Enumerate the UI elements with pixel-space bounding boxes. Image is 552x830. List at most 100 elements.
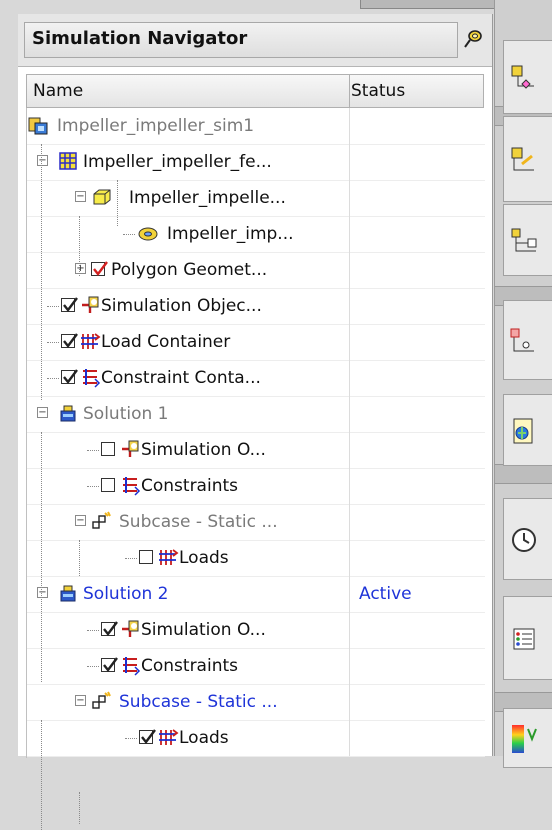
tree-node-label: Constraint Conta... [101,368,261,388]
subcase-icon [91,510,113,532]
load-container-icon [157,726,179,748]
assembly-navigator-icon [508,144,540,181]
collapse-toggle[interactable]: − [75,515,86,526]
visibility-checkbox[interactable] [101,657,118,672]
part-navigator-icon [508,62,540,99]
column-name-header[interactable]: Name [27,75,350,107]
tree-row[interactable]: Simulation Objec... [27,288,485,325]
column-divider [349,684,350,720]
tree-row[interactable]: + Polygon Geomet... [27,252,485,289]
top-tab-fragment[interactable] [360,0,512,9]
tree-guide-line [79,540,80,576]
column-divider [349,504,350,540]
collapse-toggle[interactable]: − [37,155,48,166]
visibility-checkbox[interactable] [91,261,108,276]
tree-node-label: Subcase - Static ... [119,512,278,532]
constraint-icon [79,366,101,388]
collapse-toggle[interactable]: − [37,587,48,598]
visibility-checkbox[interactable] [101,478,115,492]
visibility-checkbox[interactable] [101,621,118,636]
polygon-body-icon [91,186,113,208]
tree-connector [125,738,137,739]
constraint-navigator-icon [508,225,540,262]
column-divider [349,216,350,252]
tree-row[interactable]: Simulation O... [27,612,485,649]
clock-history-button[interactable] [503,498,552,580]
constraint-navigator-button[interactable] [503,204,552,276]
tree-connector [125,558,137,559]
tree-connector [87,666,99,667]
fem-mesh-icon [57,150,79,172]
collapse-toggle[interactable]: − [75,695,86,706]
tree-connector [87,486,99,487]
tree-node-label: Impeller_impeller_fe... [83,152,272,172]
column-divider [349,612,350,648]
sim-file-icon [27,114,49,136]
tree-row[interactable]: Impeller_impeller_sim1 [27,108,485,145]
visibility-checkbox[interactable] [61,369,78,384]
list-roles-button[interactable] [503,596,552,680]
part-history-button[interactable] [503,300,552,380]
tree-node-label: Constraints [141,656,238,676]
top-strip [0,0,552,14]
tree-node-label: Load Container [101,332,231,352]
document-web-button[interactable] [503,394,552,466]
column-name-label: Name [33,81,84,101]
pin-icon[interactable] [462,28,484,50]
tree-row[interactable]: − Solution 2 Active [27,576,485,613]
column-divider [349,720,350,756]
visibility-checkbox[interactable] [101,442,115,456]
visibility-checkbox[interactable] [139,550,153,564]
column-divider [349,648,350,684]
tree-row[interactable]: Loads [27,720,485,757]
column-divider [349,468,350,504]
tree-node-label: Solution 1 [83,404,169,424]
tree-row[interactable]: − Subcase - Static ... [27,504,485,541]
assembly-navigator-button[interactable] [503,116,552,202]
tree-row[interactable]: Load Container [27,324,485,361]
tree-node-label: Subcase - Static ... [119,692,278,712]
tree-row[interactable]: Constraints [27,648,485,685]
tree-row[interactable]: Constraints [27,468,485,505]
tree-guide-line [41,144,42,400]
tree-row[interactable]: − Solution 1 [27,396,485,433]
tree-node-label: Simulation Objec... [101,296,262,316]
column-divider [349,540,350,576]
tree-row[interactable]: − Impeller_impelle... [27,180,485,217]
tree-row[interactable]: Loads [27,540,485,577]
simulation-navigator-panel: Simulation Navigator Name Status Impelle… [18,14,493,830]
part-navigator-button[interactable] [503,40,552,114]
navigator-header: Simulation Navigator [18,14,492,67]
column-divider [349,324,350,360]
collapse-toggle[interactable]: − [37,407,48,418]
collapse-toggle[interactable]: − [75,191,86,202]
tree-node-label: Loads [179,548,229,568]
tree-row[interactable]: − Subcase - Static ... [27,684,485,721]
tree-node-label: Simulation O... [141,620,266,640]
column-status-label[interactable]: Status [351,81,405,101]
tree-node-label: Impeller_impelle... [129,188,286,208]
solution-icon [57,582,79,604]
visibility-checkbox[interactable] [61,333,78,348]
tree-row[interactable]: Constraint Conta... [27,360,485,397]
tree-row[interactable]: − Impeller_impeller_fe... [27,144,485,181]
tree-row[interactable]: Impeller_imp... [27,216,485,253]
tree-node-label: Impeller_imp... [167,224,294,244]
tree-node-label: Constraints [141,476,238,496]
visibility-checkbox[interactable] [61,297,78,312]
tree-row[interactable]: Simulation O... [27,432,485,469]
simulation-object-icon [79,294,101,316]
tree-node-label: Impeller_impeller_sim1 [57,116,255,136]
part-icon [137,222,159,244]
expand-toggle[interactable]: + [75,263,86,274]
load-container-icon [157,546,179,568]
palette-icon [508,723,540,760]
column-header-row: Name Status [26,74,484,108]
column-divider [349,396,350,432]
palette-button[interactable] [503,708,552,768]
constraint-icon [119,474,141,496]
column-divider [349,144,350,180]
column-divider [349,360,350,396]
simulation-object-icon [119,618,141,640]
visibility-checkbox[interactable] [139,729,156,744]
